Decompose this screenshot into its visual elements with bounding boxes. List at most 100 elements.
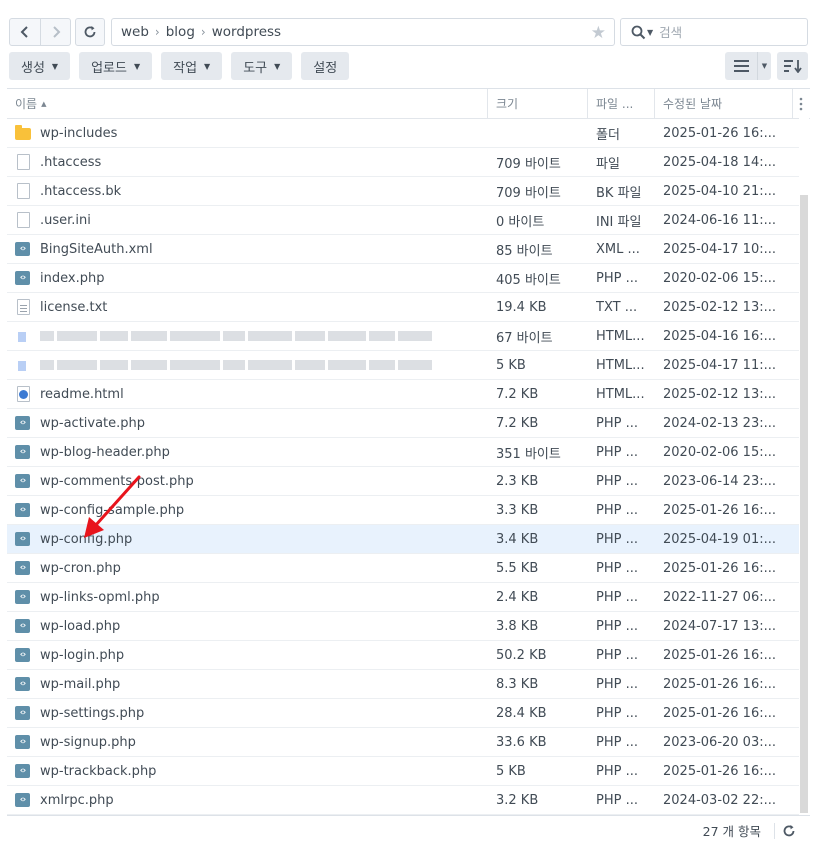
upload-button[interactable]: 업로드 ▼	[79, 52, 153, 80]
file-type: PHP ...	[596, 792, 638, 808]
scrollbar-thumb[interactable]	[800, 195, 808, 813]
file-modified: 2025-01-26 16:...	[663, 560, 777, 576]
file-type: HTML...	[596, 357, 645, 373]
file-type: PHP ...	[596, 618, 638, 634]
html-file-icon	[18, 361, 26, 371]
refresh-button[interactable]	[75, 18, 105, 46]
path-bar[interactable]: web › blog › wordpress ★	[111, 18, 615, 46]
column-header-modified-label: 수정된 날짜	[663, 97, 723, 111]
settings-button[interactable]: 설정	[301, 52, 350, 80]
code-file-icon: ‹›	[15, 561, 30, 575]
file-name: readme.html	[40, 386, 124, 402]
file-size: 7.2 KB	[496, 415, 539, 431]
list-view-button[interactable]	[725, 52, 757, 80]
column-divider[interactable]	[587, 89, 588, 118]
file-size: 0 바이트	[496, 214, 545, 230]
table-row[interactable]: ‹› wp-comments-post.php 2.3 KB PHP ... 2023-…	[7, 467, 799, 496]
file-name: .htaccess.bk	[40, 183, 122, 199]
code-file-icon: ‹›	[15, 648, 30, 662]
table-row[interactable]: ‹› xmlrpc.php 3.2 KB PHP ... 2024-03-02 22:.…	[7, 786, 799, 815]
sort-button[interactable]	[777, 52, 808, 80]
file-name: BingSiteAuth.xml	[40, 241, 153, 257]
back-button[interactable]	[10, 19, 40, 45]
view-mode-dropdown[interactable]: ▼	[757, 52, 771, 80]
table-row[interactable]: license.txt 19.4 KB TXT ... 2025-02-12 13:.…	[7, 293, 799, 322]
table-row[interactable]: .htaccess.bk 709 바이트 BK 파일 2025-04-10 21:..…	[7, 177, 799, 206]
file-icon	[17, 183, 30, 199]
table-row[interactable]: readme.html 7.2 KB HTML... 2025-02-12 13:..…	[7, 380, 799, 409]
file-type: PHP ...	[596, 270, 638, 286]
file-list: 이름 ▲ 크기 파일 ... 수정된 날짜 wp-includes 폴더 2025-0…	[7, 88, 810, 815]
tools-button[interactable]: 도구 ▼	[231, 52, 293, 80]
table-row[interactable]: ‹› wp-login.php 50.2 KB PHP ... 2025-01-26 1…	[7, 641, 799, 670]
table-row[interactable]: ‹› wp-config-sample.php 3.3 KB PHP ... 2025-…	[7, 496, 799, 525]
file-size: 3.2 KB	[496, 792, 539, 808]
file-type: PHP ...	[596, 473, 638, 489]
code-file-icon: ‹›	[15, 271, 30, 285]
table-row[interactable]: ‹› wp-links-opml.php 2.4 KB PHP ... 2022-11-…	[7, 583, 799, 612]
table-row[interactable]: ‹› wp-settings.php 28.4 KB PHP ... 2025-01-2…	[7, 699, 799, 728]
refresh-icon	[783, 824, 795, 836]
table-row[interactable]: ‹› wp-signup.php 33.6 KB PHP ... 2023-06-20 …	[7, 728, 799, 757]
table-row[interactable]: ‹› wp-config.php 3.4 KB PHP ... 2025-04-19 0…	[7, 525, 799, 554]
file-name: wp-config.php	[40, 531, 133, 547]
file-name: wp-trackback.php	[40, 763, 157, 779]
file-name: license.txt	[40, 299, 108, 315]
file-modified: 2025-01-26 16:...	[663, 647, 777, 663]
file-size: 2.4 KB	[496, 589, 539, 605]
table-row[interactable]: 5 KB HTML... 2025-04-17 11:...	[7, 351, 799, 380]
column-header-name[interactable]: 이름 ▲	[15, 89, 46, 118]
file-modified: 2025-01-26 16:...	[663, 502, 777, 518]
column-header-size[interactable]: 크기	[496, 89, 518, 118]
code-file-icon: ‹›	[15, 532, 30, 546]
file-size: 405 바이트	[496, 272, 561, 288]
file-modified: 2025-02-12 13:...	[663, 299, 777, 315]
status-bar: 27 개 항목	[7, 815, 810, 845]
code-file-icon: ‹›	[15, 619, 30, 633]
file-modified: 2025-04-19 01:...	[663, 531, 777, 547]
code-file-icon: ‹›	[15, 764, 30, 778]
search-icon[interactable]	[631, 25, 646, 40]
path-segment-blog[interactable]: blog	[166, 24, 195, 40]
file-type: PHP ...	[596, 734, 638, 750]
file-icon	[17, 154, 30, 170]
column-header-type[interactable]: 파일 ...	[596, 89, 633, 118]
footer-refresh-button[interactable]	[782, 816, 796, 845]
forward-button[interactable]	[40, 19, 70, 45]
file-name: wp-links-opml.php	[40, 589, 160, 605]
code-file-icon: ‹›	[15, 242, 30, 256]
table-row[interactable]: ‹› index.php 405 바이트 PHP ... 2020-02-06 15:.…	[7, 264, 799, 293]
table-row[interactable]: ‹› wp-blog-header.php 351 바이트 PHP ... 2020-0…	[7, 438, 799, 467]
table-row[interactable]: ‹› wp-cron.php 5.5 KB PHP ... 2025-01-26 16:…	[7, 554, 799, 583]
column-divider[interactable]	[792, 89, 793, 118]
file-modified: 2025-04-17 10:...	[663, 241, 777, 257]
column-divider[interactable]	[487, 89, 488, 118]
file-type: HTML...	[596, 328, 645, 344]
file-size: 3.8 KB	[496, 618, 539, 634]
chevron-down-icon[interactable]: ▼	[647, 28, 653, 37]
create-button-label: 생성	[21, 60, 45, 76]
table-row[interactable]: .htaccess 709 바이트 파일 2025-04-18 14:...	[7, 148, 799, 177]
path-segment-web[interactable]: web	[121, 24, 149, 40]
file-size: 33.6 KB	[496, 734, 547, 750]
column-divider[interactable]	[654, 89, 655, 118]
action-button[interactable]: 작업 ▼	[161, 52, 223, 80]
more-vertical-icon[interactable]	[799, 89, 803, 118]
file-size: 5.5 KB	[496, 560, 539, 576]
table-row[interactable]: ‹› wp-trackback.php 5 KB PHP ... 2025-01-26 …	[7, 757, 799, 786]
table-row[interactable]: ‹› wp-mail.php 8.3 KB PHP ... 2025-01-26 16:…	[7, 670, 799, 699]
code-file-icon: ‹›	[15, 445, 30, 459]
table-row[interactable]: ‹› wp-activate.php 7.2 KB PHP ... 2024-02-13…	[7, 409, 799, 438]
create-button[interactable]: 생성 ▼	[9, 52, 71, 80]
table-row[interactable]: 67 바이트 HTML... 2025-04-16 16:...	[7, 322, 799, 351]
star-icon[interactable]: ★	[591, 23, 606, 43]
file-type: XML ...	[596, 241, 640, 257]
file-rows: wp-includes 폴더 2025-01-26 16:... .htaccess 7…	[7, 119, 799, 815]
table-row[interactable]: wp-includes 폴더 2025-01-26 16:...	[7, 119, 799, 148]
table-row[interactable]: ‹› wp-load.php 3.8 KB PHP ... 2024-07-17 13:…	[7, 612, 799, 641]
column-header-modified[interactable]: 수정된 날짜	[663, 89, 722, 118]
table-row[interactable]: .user.ini 0 바이트 INI 파일 2024-06-16 11:...	[7, 206, 799, 235]
path-segment-wordpress[interactable]: wordpress	[212, 24, 281, 40]
search-input[interactable]	[659, 24, 800, 40]
table-row[interactable]: ‹› BingSiteAuth.xml 85 바이트 XML ... 2025-04-1…	[7, 235, 799, 264]
